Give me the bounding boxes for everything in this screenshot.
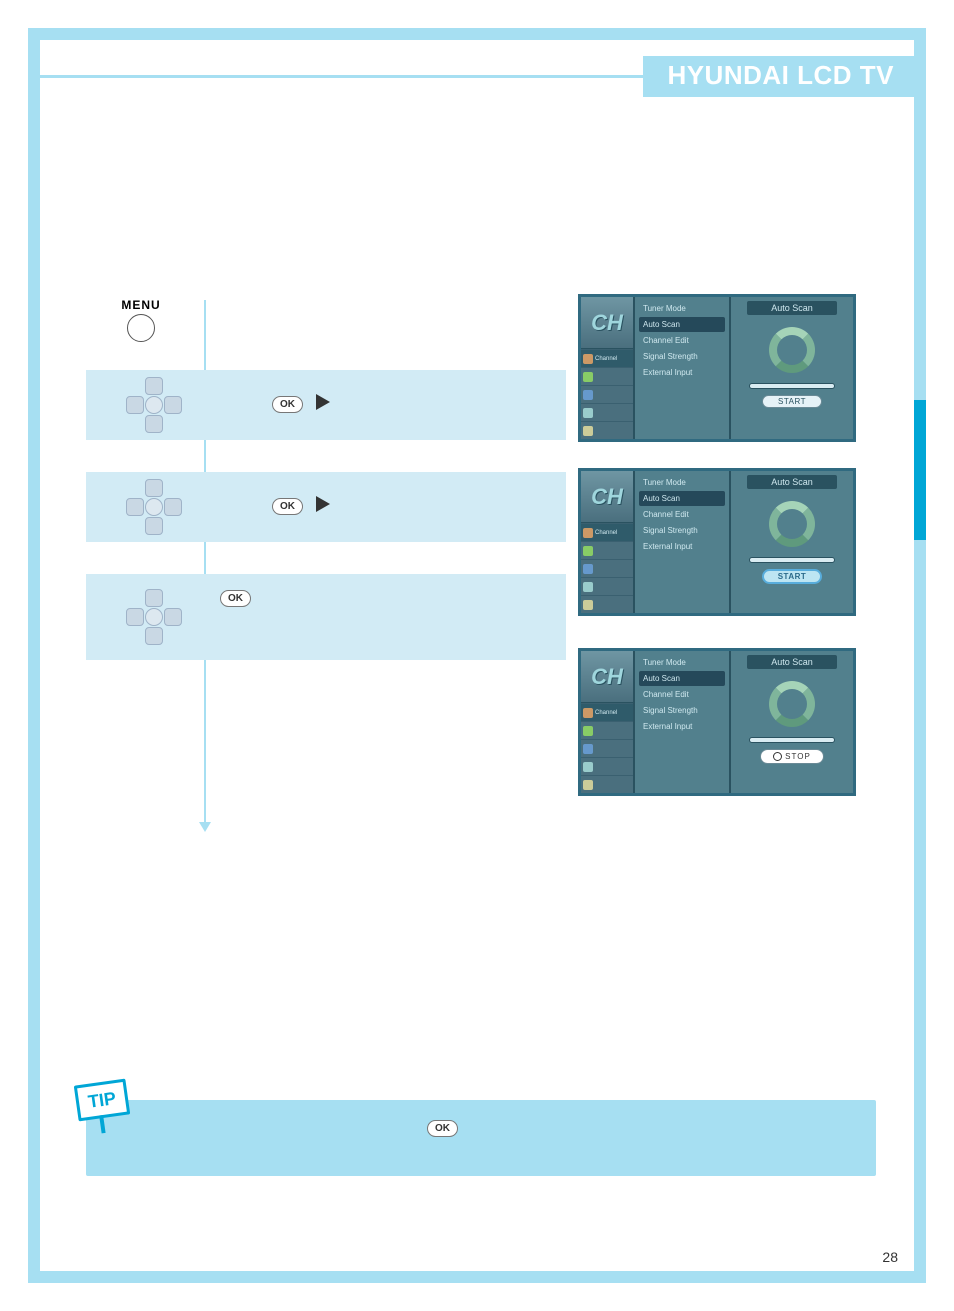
osd-right-pane: Auto Scan START [731,471,853,613]
header-title: HYUNDAI LCD TV [643,56,918,97]
osd-tab-4[interactable] [581,757,633,775]
menu-button-icon[interactable] [127,314,155,342]
osd-sidebar: CH Channel [581,651,635,793]
osd-right-title: Auto Scan [747,301,837,315]
osd-item-auto-scan[interactable]: Auto Scan [639,671,725,686]
menu-button-group: MENU [86,298,196,342]
dpad-icon[interactable] [126,589,182,645]
osd-item-auto-scan[interactable]: Auto Scan [639,491,725,506]
osd-item-channel-edit[interactable]: Channel Edit [639,687,725,702]
osd-item-tuner-mode[interactable]: Tuner Mode [639,655,725,670]
osd-item-channel-edit[interactable]: Channel Edit [639,333,725,348]
osd-right-title: Auto Scan [747,475,837,489]
osd-tab-channel[interactable]: Channel [581,703,633,721]
osd-item-signal-strength[interactable]: Signal Strength [639,523,725,538]
tip-banner [86,1100,876,1176]
osd-item-signal-strength[interactable]: Signal Strength [639,349,725,364]
osd-panel-2: CH Channel Tuner Mode Auto Scan Channel … [578,468,856,616]
osd-tab-3[interactable] [581,559,633,577]
osd-tab-4[interactable] [581,403,633,421]
osd-tab-channel[interactable]: Channel [581,523,633,541]
osd-panel-3: CH Channel Tuner Mode Auto Scan Channel … [578,648,856,796]
header-bar: HYUNDAI LCD TV [36,60,918,92]
osd-right-title: Auto Scan [747,655,837,669]
start-button-highlighted[interactable]: START [762,569,822,584]
osd-menu-list: Tuner Mode Auto Scan Channel Edit Signal… [635,651,731,793]
play-right-icon [316,394,330,410]
osd-item-external-input[interactable]: External Input [639,365,725,380]
osd-logo-icon: CH [581,651,633,703]
osd-logo-icon: CH [581,297,633,349]
scan-spinner-icon [769,501,815,547]
osd-tab-2[interactable] [581,541,633,559]
scan-spinner-icon [769,327,815,373]
osd-item-signal-strength[interactable]: Signal Strength [639,703,725,718]
osd-tab-2[interactable] [581,367,633,385]
header-line [36,75,643,78]
dpad-icon[interactable] [126,479,182,535]
osd-sidebar: CH Channel [581,297,635,439]
progress-bar [749,383,835,389]
step-row-3 [86,574,566,660]
progress-bar [749,737,835,743]
osd-sidebar: CH Channel [581,471,635,613]
osd-right-pane: Auto Scan STOP [731,651,853,793]
osd-tab-channel[interactable]: Channel [581,349,633,367]
ok-button-1[interactable]: OK [272,396,303,413]
play-right-icon [316,496,330,512]
ok-button-2[interactable]: OK [272,498,303,515]
section-side-tab [914,400,926,540]
osd-item-tuner-mode[interactable]: Tuner Mode [639,301,725,316]
osd-tab-4[interactable] [581,577,633,595]
osd-item-tuner-mode[interactable]: Tuner Mode [639,475,725,490]
osd-tab-5[interactable] [581,421,633,439]
osd-item-auto-scan[interactable]: Auto Scan [639,317,725,332]
osd-logo-icon: CH [581,471,633,523]
osd-item-external-input[interactable]: External Input [639,539,725,554]
osd-panel-1: CH Channel Tuner Mode Auto Scan Channel … [578,294,856,442]
scan-spinner-icon [769,681,815,727]
start-button[interactable]: START [762,395,822,408]
osd-item-external-input[interactable]: External Input [639,719,725,734]
page-number: 28 [882,1249,898,1265]
progress-bar [749,557,835,563]
osd-menu-list: Tuner Mode Auto Scan Channel Edit Signal… [635,471,731,613]
osd-right-pane: Auto Scan START [731,297,853,439]
osd-tab-3[interactable] [581,739,633,757]
tip-badge: TIP [74,1079,131,1122]
ok-button-tip[interactable]: OK [427,1120,458,1137]
osd-tab-3[interactable] [581,385,633,403]
ok-button-3[interactable]: OK [220,590,251,607]
osd-tab-5[interactable] [581,775,633,793]
stop-button[interactable]: STOP [760,749,824,764]
menu-button-label: MENU [86,298,196,312]
dpad-icon[interactable] [126,377,182,433]
osd-item-channel-edit[interactable]: Channel Edit [639,507,725,522]
osd-tab-5[interactable] [581,595,633,613]
osd-tab-2[interactable] [581,721,633,739]
osd-menu-list: Tuner Mode Auto Scan Channel Edit Signal… [635,297,731,439]
flow-column: MENU [86,298,196,360]
